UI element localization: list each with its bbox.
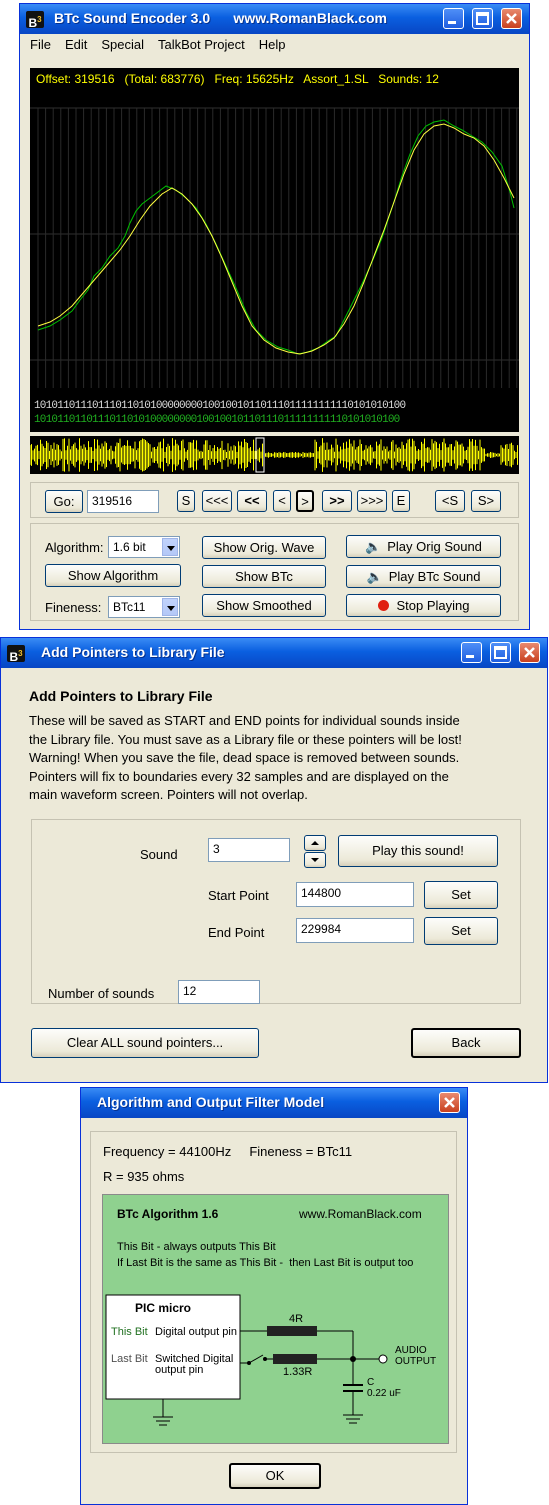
minimize-icon[interactable] <box>461 642 482 663</box>
main-titlebar[interactable]: B3 BTc Sound Encoder 3.0 www.RomanBlack.… <box>20 4 529 34</box>
original-wave <box>37 119 515 355</box>
pointers-title: Add Pointers to Library File <box>41 644 225 660</box>
pointers-titlebar[interactable]: B3 Add Pointers to Library File <box>1 638 547 668</box>
back-button[interactable]: Back <box>411 1028 521 1058</box>
resistor-4r-label: 4R <box>289 1313 304 1325</box>
controls-panel: Algorithm: 1.6 bit Show Algorithm Finene… <box>30 523 519 621</box>
close-icon[interactable] <box>439 1092 460 1113</box>
chevron-down-icon <box>311 858 319 862</box>
show-smoothed-button[interactable]: Show Smoothed <box>202 594 326 617</box>
pic-micro-label: PIC micro <box>135 1301 192 1315</box>
menu-talkbot[interactable]: TalkBot Project <box>151 34 252 55</box>
capacitor-label: C <box>367 1377 375 1388</box>
show-btc-button[interactable]: Show BTc <box>202 565 326 588</box>
capacitor-value: 0.22 uF <box>367 1388 401 1399</box>
show-algorithm-button[interactable]: Show Algorithm <box>45 564 181 587</box>
number-of-sounds-input[interactable]: 12 <box>178 980 260 1004</box>
nav-panel: Go: 319516 S <<< << < > >> >>> E <S S> <box>30 482 519 518</box>
chevron-up-icon <box>311 841 319 845</box>
next-sound-button[interactable]: S> <box>471 490 501 512</box>
set-end-button[interactable]: Set <box>424 917 498 945</box>
chevron-down-icon <box>162 598 178 616</box>
audio-label: AUDIO <box>395 1345 427 1356</box>
play-orig-button[interactable]: 🔈 Play Orig Sound <box>346 535 501 558</box>
sound-input[interactable]: 3 <box>208 838 290 862</box>
stop-icon <box>377 600 389 611</box>
play-this-sound-button[interactable]: Play this sound! <box>338 835 498 867</box>
nav-fwd1-button[interactable]: > <box>296 490 314 512</box>
pointers-description: These will be saved as START and END poi… <box>29 713 462 802</box>
algorithm-panel: Frequency = 44100Hz Fineness = BTc11 R =… <box>90 1131 457 1453</box>
menu-edit[interactable]: Edit <box>58 34 94 55</box>
nav-fwd2-button[interactable]: >> <box>322 490 352 512</box>
main-title: BTc Sound Encoder 3.0 www.RomanBlack.com <box>54 10 387 26</box>
clear-all-pointers-button[interactable]: Clear ALL sound pointers... <box>31 1028 259 1058</box>
menu-help[interactable]: Help <box>252 34 293 55</box>
play-btc-button[interactable]: 🔈 Play BTc Sound <box>346 565 501 588</box>
sound-label: Sound <box>140 847 178 862</box>
speaker-icon: 🔈 <box>365 539 382 554</box>
number-of-sounds-label: Number of sounds <box>48 986 155 1001</box>
resistor-133r-label: 1.33R <box>283 1366 313 1378</box>
resistance-line: R = 935 ohms <box>103 1169 185 1184</box>
close-icon[interactable] <box>519 642 540 663</box>
start-point-label: Start Point <box>208 888 269 903</box>
pointers-heading: Add Pointers to Library File <box>29 688 213 704</box>
nav-back3-button[interactable]: <<< <box>202 490 232 512</box>
nav-fwd3-button[interactable]: >>> <box>357 490 387 512</box>
fineness-label: Fineness: <box>45 600 102 615</box>
maximize-icon[interactable] <box>490 642 511 663</box>
nav-start-button[interactable]: S <box>177 490 195 512</box>
algorithm-titlebar[interactable]: Algorithm and Output Filter Model <box>81 1088 467 1118</box>
speaker-icon: 🔈 <box>366 569 383 584</box>
this-bit-label: This Bit <box>111 1326 148 1338</box>
nav-end-button[interactable]: E <box>392 490 410 512</box>
prev-sound-button[interactable]: <S <box>435 490 465 512</box>
app-icon: B3 <box>7 645 25 664</box>
output-label: OUTPUT <box>395 1356 437 1367</box>
algorithm-window: Algorithm and Output Filter Model Freque… <box>80 1087 468 1505</box>
algorithm-title: Algorithm and Output Filter Model <box>97 1094 325 1110</box>
end-point-label: End Point <box>208 925 265 940</box>
nav-back2-button[interactable]: << <box>237 490 267 512</box>
fineness-select[interactable]: BTc11 <box>108 596 180 618</box>
pointers-panel: Sound 3 Play this sound! Start Point 144… <box>31 819 521 1004</box>
menu-special[interactable]: Special <box>94 34 151 55</box>
last-bit-label: Last Bit <box>111 1353 148 1365</box>
smoothed-wave <box>37 123 515 355</box>
app-icon: B3 <box>26 11 44 30</box>
minimize-icon[interactable] <box>443 8 464 29</box>
bits-bottom: 1010110110111011010100000000100100101101… <box>34 414 400 426</box>
switched-label-2: output pin <box>155 1364 204 1376</box>
menu-file[interactable]: File <box>23 34 58 55</box>
pointers-window: B3 Add Pointers to Library File Add Poin… <box>0 637 548 1083</box>
bits-top: 1010110111011101101010000000010010010110… <box>34 400 406 412</box>
show-orig-wave-button[interactable]: Show Orig. Wave <box>202 536 326 559</box>
circuit-schematic <box>105 1294 388 1426</box>
algorithm-diagram: BTc Algorithm 1.6 www.RomanBlack.com Thi… <box>102 1194 449 1444</box>
start-point-input[interactable]: 144800 <box>296 882 414 907</box>
digital-output-label: Digital output pin <box>155 1326 237 1338</box>
sound-down-button[interactable] <box>304 852 326 868</box>
main-window: B3 BTc Sound Encoder 3.0 www.RomanBlack.… <box>19 3 530 630</box>
stop-playing-button[interactable]: Stop Playing <box>346 594 501 617</box>
menu-bar: File Edit Special TalkBot Project Help <box>23 34 526 56</box>
sound-up-button[interactable] <box>304 835 326 851</box>
waveform-display[interactable]: Offset: 319516 (Total: 683776) Freq: 156… <box>30 68 519 432</box>
close-icon[interactable] <box>501 8 522 29</box>
end-point-input[interactable]: 229984 <box>296 918 414 943</box>
offset-input[interactable]: 319516 <box>87 490 159 513</box>
set-start-button[interactable]: Set <box>424 881 498 909</box>
waveform-graph <box>30 107 519 388</box>
go-button[interactable]: Go: <box>45 490 83 513</box>
ok-button[interactable]: OK <box>229 1463 321 1489</box>
overview-strip[interactable] <box>30 436 519 474</box>
maximize-icon[interactable] <box>472 8 493 29</box>
algorithm-select[interactable]: 1.6 bit <box>108 536 180 558</box>
frequency-line: Frequency = 44100Hz Fineness = BTc11 <box>103 1144 353 1159</box>
algorithm-label: Algorithm: <box>45 540 104 555</box>
chevron-down-icon <box>162 538 178 556</box>
nav-back1-button[interactable]: < <box>273 490 291 512</box>
